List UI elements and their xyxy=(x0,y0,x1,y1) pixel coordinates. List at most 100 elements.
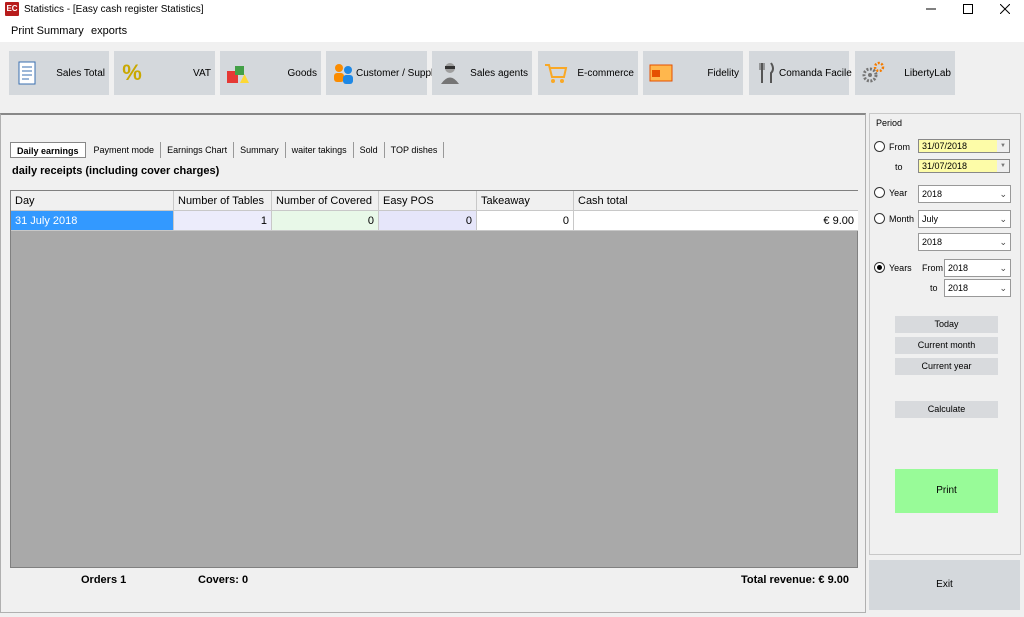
column-header-easy-pos[interactable]: Easy POS xyxy=(379,191,477,211)
years-to-value: 2018 xyxy=(948,283,969,293)
current-month-button[interactable]: Current month xyxy=(895,337,998,354)
dropdown-arrow-icon[interactable]: ▼ xyxy=(997,140,1009,152)
from-date-picker[interactable]: 31/07/2018 ▼ xyxy=(918,139,1010,153)
ecommerce-label: E-commerce xyxy=(577,67,634,79)
month-year-select-value: 2018 xyxy=(922,237,943,247)
chevron-down-icon: ⌄ xyxy=(999,283,1007,293)
month-label: Month xyxy=(889,214,915,224)
table-row[interactable]: 31 July 2018 1 0 0 0 € 9.00 xyxy=(11,211,858,231)
tab-daily-earnings[interactable]: Daily earnings xyxy=(10,142,86,158)
from-date-value: 31/07/2018 xyxy=(922,141,968,151)
sales-agents-label: Sales agents xyxy=(470,67,528,79)
column-header-tables[interactable]: Number of Tables xyxy=(174,191,272,211)
minimize-icon xyxy=(926,8,936,10)
maximize-button[interactable] xyxy=(950,0,986,18)
dropdown-arrow-icon[interactable]: ▼ xyxy=(997,160,1009,172)
years-from-label: From xyxy=(922,263,943,273)
chevron-down-icon: ⌄ xyxy=(999,214,1007,224)
libertylab-button[interactable]: LibertyLab xyxy=(855,51,955,95)
sales-total-button[interactable]: Sales Total xyxy=(9,51,109,95)
covers-count: Covers: 0 xyxy=(198,574,249,586)
chevron-down-icon: ⌄ xyxy=(999,237,1007,247)
document-icon xyxy=(15,61,39,85)
column-header-covered[interactable]: Number of Covered xyxy=(272,191,379,211)
menu-print-summary[interactable]: Print Summary xyxy=(11,25,84,37)
years-radio[interactable] xyxy=(874,262,885,273)
cell-tables[interactable]: 1 xyxy=(174,211,272,231)
print-button[interactable]: Print xyxy=(895,469,998,513)
month-select-value: July xyxy=(922,214,939,224)
comanda-facile-label: Comanda Facile xyxy=(779,67,852,79)
fidelity-button[interactable]: Fidelity xyxy=(643,51,743,95)
percent-icon: % xyxy=(122,60,142,85)
total-revenue: Total revenue: € 9.00 xyxy=(741,574,850,586)
customer-supplier-button[interactable]: Customer / Supplier xyxy=(326,51,444,95)
to-date-picker[interactable]: 31/07/2018 ▼ xyxy=(918,159,1010,173)
close-button[interactable] xyxy=(987,0,1023,18)
tab-sold[interactable]: Sold xyxy=(354,142,385,158)
goods-button[interactable]: Goods xyxy=(220,51,321,95)
today-button[interactable]: Today xyxy=(895,316,998,333)
people-icon xyxy=(332,61,356,85)
year-label: Year xyxy=(889,188,908,198)
current-year-button[interactable]: Current year xyxy=(895,358,998,375)
years-label: Years xyxy=(889,263,912,273)
gears-icon xyxy=(861,61,885,85)
to-date-value: 31/07/2018 xyxy=(922,161,968,171)
agent-icon xyxy=(438,61,462,85)
cell-easy-pos[interactable]: 0 xyxy=(379,211,477,231)
earnings-grid[interactable]: Day Number of Tables Number of Covered E… xyxy=(10,190,858,568)
cell-takeaway[interactable]: 0 xyxy=(477,211,574,231)
close-icon xyxy=(1000,4,1010,14)
section-title: daily receipts (including cover charges) xyxy=(12,165,220,177)
card-icon xyxy=(649,61,673,85)
grid-header: Day Number of Tables Number of Covered E… xyxy=(11,191,858,211)
tab-top-dishes[interactable]: TOP dishes xyxy=(385,142,445,158)
comanda-facile-button[interactable]: Comanda Facile xyxy=(749,51,852,95)
year-select-value: 2018 xyxy=(922,189,943,199)
calculate-button[interactable]: Calculate xyxy=(895,401,998,418)
fidelity-label: Fidelity xyxy=(707,67,739,79)
years-from-select[interactable]: 2018 ⌄ xyxy=(944,259,1011,277)
column-header-takeaway[interactable]: Takeaway xyxy=(477,191,574,211)
years-from-value: 2018 xyxy=(948,263,969,273)
tab-strip: Daily earnings Payment mode Earnings Cha… xyxy=(10,141,445,159)
tab-summary[interactable]: Summary xyxy=(234,142,286,158)
years-to-select[interactable]: 2018 ⌄ xyxy=(944,279,1011,297)
chevron-down-icon: ⌄ xyxy=(999,263,1007,273)
years-to-label: to xyxy=(930,283,938,293)
year-radio[interactable] xyxy=(874,187,885,198)
exit-button[interactable]: Exit xyxy=(869,560,1020,610)
month-radio[interactable] xyxy=(874,213,885,224)
maximize-icon xyxy=(963,4,973,14)
orders-count: Orders 1 xyxy=(81,574,127,586)
from-label: From xyxy=(889,142,910,152)
window-title: Statistics - [Easy cash register Statist… xyxy=(24,4,204,15)
cell-cash-total[interactable]: € 9.00 xyxy=(574,211,858,231)
column-header-cash-total[interactable]: Cash total xyxy=(574,191,858,211)
cutlery-icon xyxy=(755,61,779,85)
sales-total-label: Sales Total xyxy=(56,67,105,79)
ecommerce-button[interactable]: E-commerce xyxy=(538,51,638,95)
sales-agents-button[interactable]: Sales agents xyxy=(432,51,532,95)
minimize-button[interactable] xyxy=(913,0,949,18)
title-bar: EC Statistics - [Easy cash register Stat… xyxy=(0,0,1024,20)
from-radio[interactable] xyxy=(874,141,885,152)
column-header-day[interactable]: Day xyxy=(11,191,174,211)
tab-payment-mode[interactable]: Payment mode xyxy=(88,142,162,158)
cell-day[interactable]: 31 July 2018 xyxy=(11,211,174,231)
menu-bar: Print Summary exports xyxy=(0,20,1024,42)
libertylab-label: LibertyLab xyxy=(904,67,951,79)
tab-waiter-takings[interactable]: waiter takings xyxy=(286,142,354,158)
month-select[interactable]: July ⌄ xyxy=(918,210,1011,228)
tab-earnings-chart[interactable]: Earnings Chart xyxy=(161,142,235,158)
to-label: to xyxy=(895,162,903,172)
app-icon: EC xyxy=(5,2,19,16)
vat-button[interactable]: % VAT xyxy=(114,51,215,95)
cell-covered[interactable]: 0 xyxy=(272,211,379,231)
month-year-select[interactable]: 2018 ⌄ xyxy=(918,233,1011,251)
chevron-down-icon: ⌄ xyxy=(999,189,1007,199)
vat-label: VAT xyxy=(193,67,211,79)
year-select[interactable]: 2018 ⌄ xyxy=(918,185,1011,203)
menu-exports[interactable]: exports xyxy=(91,25,127,37)
